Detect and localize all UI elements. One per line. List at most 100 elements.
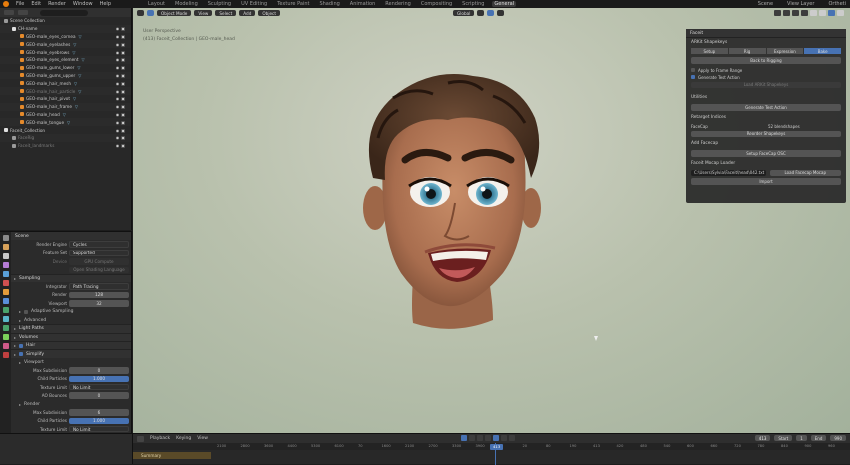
end-frame-field[interactable]: 990 xyxy=(830,435,846,441)
next-keyframe-icon[interactable] xyxy=(501,435,507,441)
property-dropdown[interactable]: Path Tracing xyxy=(69,283,129,290)
expand-chevron-icon[interactable]: ▸ xyxy=(19,318,21,323)
workspace-tab[interactable]: Animation xyxy=(348,1,378,7)
summary-channel[interactable]: Summary xyxy=(133,452,211,459)
gizmo-icon[interactable] xyxy=(783,10,790,16)
expand-chevron-icon[interactable]: ▸ xyxy=(14,326,16,331)
xray-icon[interactable] xyxy=(801,10,808,16)
visibility-toggle-icon[interactable]: ◉▣ xyxy=(116,112,127,117)
property-value-field[interactable]: 0 xyxy=(69,367,129,374)
record-icon[interactable] xyxy=(461,435,467,441)
render-tab-icon[interactable] xyxy=(3,244,9,250)
modifier-tab-icon[interactable] xyxy=(3,298,9,304)
outliner-row[interactable]: Faceit_landmarks ◉▣ xyxy=(0,142,131,150)
menu-file[interactable]: File xyxy=(16,1,24,7)
visibility-toggle-icon[interactable]: ◉▣ xyxy=(116,73,127,78)
visibility-toggle-icon[interactable]: ◉▣ xyxy=(116,143,127,148)
visibility-toggle-icon[interactable]: ◉▣ xyxy=(116,104,127,109)
panel-enable-checkbox[interactable] xyxy=(19,352,24,357)
property-value-field[interactable]: 1.000 xyxy=(69,417,129,425)
view-layer-selector[interactable]: View Layer xyxy=(787,1,814,7)
outliner-row[interactable]: GEO-male_tongue ▽ ◉▣ xyxy=(0,118,131,127)
current-frame-field[interactable]: 413 xyxy=(754,435,771,441)
constraints-tab-icon[interactable] xyxy=(3,325,9,331)
panel-header[interactable]: ▸ Light Paths xyxy=(11,324,131,333)
editor-type-button[interactable] xyxy=(4,10,14,15)
outliner-row[interactable]: GEO-male_hair_particle ▽ ◉▣ xyxy=(0,87,131,95)
wireframe-shading-icon[interactable] xyxy=(810,10,817,16)
blender-logo-icon[interactable] xyxy=(3,1,9,7)
setup-facecap-osc-button[interactable]: Setup FaceCap OSC xyxy=(691,150,841,157)
visibility-toggle-icon[interactable]: ◉▣ xyxy=(116,120,127,125)
expand-chevron-icon[interactable]: ▸ xyxy=(19,360,21,365)
visibility-toggle-icon[interactable]: ◉▣ xyxy=(116,65,127,70)
physics-tab-icon[interactable] xyxy=(3,316,9,322)
visibility-toggle-icon[interactable]: ◉▣ xyxy=(116,81,127,86)
mode-dropdown[interactable]: Object Mode xyxy=(157,10,192,16)
outliner-row[interactable]: CH-name ◉▣ xyxy=(0,24,131,33)
scene-selector[interactable]: Scene xyxy=(758,1,773,7)
mocap-path-input[interactable]: C:\Users\Sylvia\Faceit\head\042.txt xyxy=(691,169,766,176)
outliner-row[interactable]: GEO-male_eyebrows ▽ ◉▣ xyxy=(0,48,131,56)
3d-viewport[interactable]: Object Mode View Select Add Object Globa… xyxy=(133,8,850,433)
timeline-editor[interactable]: Playback Keying View 413 Start 1 End 990… xyxy=(133,433,850,465)
scene-tab-icon[interactable] xyxy=(3,271,9,277)
object-menu[interactable]: Object xyxy=(258,10,280,16)
property-dropdown[interactable]: No Limit xyxy=(69,383,129,391)
visibility-icon[interactable] xyxy=(774,10,781,16)
add-menu[interactable]: Add xyxy=(239,10,256,16)
view-menu[interactable]: View xyxy=(197,436,208,441)
visibility-toggle-icon[interactable]: ◉▣ xyxy=(116,96,127,101)
select-menu[interactable]: Select xyxy=(215,10,237,16)
visibility-toggle-icon[interactable]: ◉▣ xyxy=(116,89,127,94)
panel-header[interactable]: ▸ Volumes xyxy=(11,332,131,342)
view-menu[interactable]: View xyxy=(194,10,213,16)
expand-chevron-icon[interactable]: ▸ xyxy=(19,309,21,314)
pause-icon[interactable] xyxy=(493,435,499,441)
panel-enable-checkbox[interactable] xyxy=(19,343,24,348)
object-tab-icon[interactable] xyxy=(3,289,9,295)
outliner-row[interactable]: GEO-male_eyes_element ▽ ◉▣ xyxy=(0,55,131,64)
start-frame-field[interactable]: 1 xyxy=(796,435,807,441)
visibility-toggle-icon[interactable]: ◉▣ xyxy=(116,128,127,133)
visibility-toggle-icon[interactable]: ◉▣ xyxy=(116,42,127,47)
panel-header[interactable]: ▸ Simplify xyxy=(11,349,131,358)
data-tab-icon[interactable] xyxy=(3,334,9,340)
expand-chevron-icon[interactable]: ▸ xyxy=(14,343,16,348)
generate-test-action-option[interactable]: Generate Test Action xyxy=(691,75,841,80)
transform-orientation-dropdown[interactable]: Global xyxy=(453,10,475,16)
outliner-row[interactable]: GEO-male_hair_mesh ▽ ◉▣ xyxy=(0,79,131,87)
pivot-icon[interactable] xyxy=(477,10,485,16)
outliner-row[interactable]: Scene Collection xyxy=(0,17,131,25)
back-to-rigging-button[interactable]: Back to Rigging xyxy=(691,57,841,64)
expand-chevron-icon[interactable]: ▸ xyxy=(14,335,16,340)
indices-dropdown[interactable]: 52 blendshapes xyxy=(768,124,841,129)
view-layer-tab-icon[interactable] xyxy=(3,262,9,268)
tab-bake[interactable]: Bake xyxy=(804,48,841,54)
tab-rig[interactable]: Rig xyxy=(728,48,766,54)
overlay-icon[interactable] xyxy=(792,10,799,16)
outliner-row[interactable]: GEO-male_hair_pivot ▽ ◉▣ xyxy=(0,95,131,103)
expand-chevron-icon[interactable]: ▸ xyxy=(19,402,21,407)
proportional-edit-icon[interactable] xyxy=(497,10,505,16)
expand-chevron-icon[interactable]: ▸ xyxy=(14,276,16,281)
visibility-toggle-icon[interactable]: ◉▣ xyxy=(116,50,127,55)
property-value-field[interactable]: 32 xyxy=(69,300,129,307)
property-value-field[interactable]: 6 xyxy=(69,409,129,416)
property-dropdown[interactable]: Cycles xyxy=(69,241,129,248)
outliner-row[interactable]: GEO-male_eyelashes ▽ ◉▣ xyxy=(0,40,131,49)
visibility-toggle-icon[interactable]: ◉▣ xyxy=(116,34,127,39)
material-tab-icon[interactable] xyxy=(3,343,9,349)
reorder-shapekeys-button[interactable]: Reorder Shapekeys xyxy=(691,130,841,137)
property-value-field[interactable]: 1.000 xyxy=(69,375,129,383)
solid-shading-icon[interactable] xyxy=(819,10,826,16)
jump-end-icon[interactable] xyxy=(509,435,515,441)
workspace-tab[interactable]: Texture Paint xyxy=(275,1,311,7)
texture-tab-icon[interactable] xyxy=(3,352,9,358)
expand-chevron-icon[interactable]: ▸ xyxy=(14,352,16,357)
material-shading-icon[interactable] xyxy=(828,10,835,16)
workspace-tab[interactable]: Compositing xyxy=(419,1,454,7)
apply-frame-range-option[interactable]: Apply to Frame Range xyxy=(691,68,841,73)
prev-keyframe-icon[interactable] xyxy=(477,435,483,441)
import-button[interactable]: Import xyxy=(691,178,841,185)
